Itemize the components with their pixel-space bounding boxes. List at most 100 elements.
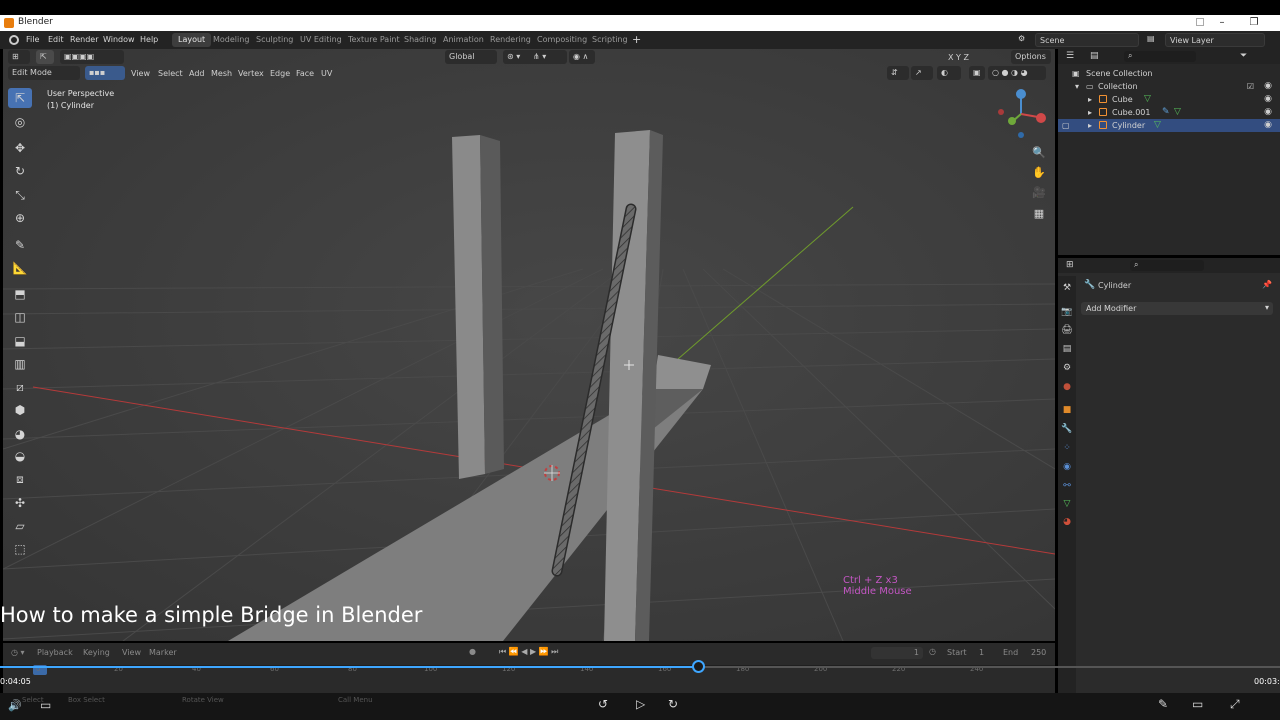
select-box-tool-icon[interactable]: ⇱ [8, 88, 32, 108]
filter-icon[interactable]: ⏷ [1240, 51, 1247, 61]
minimize-button[interactable]: – [1206, 15, 1238, 31]
snap-dropdown[interactable]: ⋔ ▾ [529, 50, 567, 64]
pan-hand-icon[interactable]: ✋ [1030, 163, 1048, 181]
captions-icon[interactable]: ▭ [1192, 697, 1203, 711]
menu-window[interactable]: Window [103, 35, 135, 44]
camera-view-icon[interactable]: 🎥 [1030, 183, 1048, 201]
options-dropdown[interactable]: Options [1011, 50, 1051, 64]
timeline-editor-icon[interactable]: ◷ ▾ [11, 648, 25, 657]
transform-tool-icon[interactable]: ⊕ [8, 208, 32, 228]
render-tab-icon[interactable]: 📷 [1061, 306, 1073, 318]
select-mode-icon[interactable]: ⇱ [36, 50, 54, 64]
current-frame-field[interactable]: 1 [871, 647, 923, 659]
measure-tool-icon[interactable]: 📐 [8, 258, 32, 278]
add-workspace-icon[interactable]: + [632, 33, 641, 46]
eye-icon[interactable]: ◉ [1264, 107, 1272, 117]
header-menu-add[interactable]: Add [189, 69, 205, 78]
orientation-dropdown[interactable]: Global [445, 50, 497, 64]
constraints-tab-icon[interactable]: ⚯ [1061, 480, 1073, 492]
outliner-row[interactable]: ▸ Cube ▽ ◉ [1058, 93, 1280, 106]
mirror-axes[interactable]: X Y Z [948, 53, 969, 62]
knife-tool-icon[interactable]: ⧄ [8, 377, 32, 397]
expand-arrow-icon[interactable]: ▸ [1088, 121, 1092, 130]
timeline-menu-playback[interactable]: Playback [37, 648, 73, 657]
mirror-axis-x[interactable]: X [948, 53, 953, 62]
data-tab-icon[interactable]: ▽ [1061, 498, 1073, 510]
tab-sculpting[interactable]: Sculpting [250, 33, 299, 47]
screen-icon[interactable]: ▭ [40, 698, 51, 712]
tool-tab-icon[interactable]: ⚒ [1061, 282, 1073, 294]
smooth-tool-icon[interactable]: ◒ [8, 446, 32, 466]
properties-editor-icon[interactable]: ⊞ [1066, 260, 1074, 270]
zoom-icon[interactable]: 🔍 [1030, 143, 1048, 161]
blender-menu-icon[interactable] [9, 35, 19, 45]
tab-texture-paint[interactable]: Texture Paint [342, 33, 406, 47]
end-frame-value[interactable]: 250 [1031, 648, 1046, 657]
outliner-row[interactable]: ▣ Scene Collection [1058, 67, 1280, 80]
header-menu-edge[interactable]: Edge [270, 69, 290, 78]
scale-tool-icon[interactable]: ⤡ [8, 185, 32, 205]
cursor-tool-icon[interactable]: ◎ [8, 112, 32, 132]
header-menu-select[interactable]: Select [158, 69, 183, 78]
eye-icon[interactable]: ◉ [1264, 94, 1272, 104]
add-modifier-dropdown[interactable]: Add Modifier ▾ [1081, 302, 1273, 315]
tab-layout[interactable]: Layout [172, 33, 212, 47]
scene-icon[interactable]: ⚙ [1018, 34, 1025, 43]
tab-compositing[interactable]: Compositing [531, 33, 593, 47]
physics-tab-icon[interactable]: ◉ [1061, 461, 1073, 473]
play-icon[interactable]: ▷ [636, 697, 645, 711]
inset-tool-icon[interactable]: ◫ [8, 307, 32, 327]
editor-type-button[interactable]: ⊞ [8, 50, 30, 64]
eye-icon[interactable]: ◉ [1264, 120, 1272, 130]
rip-tool-icon[interactable]: ⬚ [8, 539, 32, 559]
fullscreen-icon[interactable]: ⤢ [1230, 697, 1240, 712]
annotate-tool-icon[interactable]: ✎ [8, 235, 32, 255]
edit-mode-icon[interactable]: ▢ [1062, 121, 1070, 130]
bevel-tool-icon[interactable]: ⬓ [8, 331, 32, 351]
header-menu-mesh[interactable]: Mesh [211, 69, 232, 78]
timeline-menu-keying[interactable]: Keying [83, 648, 110, 657]
mirror-axis-y[interactable]: Y [956, 53, 961, 62]
pin-icon[interactable]: 📌 [1262, 280, 1272, 289]
start-frame-value[interactable]: 1 [979, 648, 984, 657]
ortho-toggle-icon[interactable]: ▦ [1030, 204, 1048, 222]
timeline-menu-marker[interactable]: Marker [149, 648, 177, 657]
rotate-tool-icon[interactable]: ↻ [8, 161, 32, 181]
expand-arrow-icon[interactable]: ▸ [1088, 108, 1092, 117]
spin-tool-icon[interactable]: ◕ [8, 424, 32, 444]
gizmo-toggle-icon[interactable]: ↗ [911, 66, 933, 80]
shrink-fatten-tool-icon[interactable]: ✣ [8, 493, 32, 513]
header-menu-uv[interactable]: UV [321, 69, 332, 78]
expand-arrow-icon[interactable]: ▸ [1088, 95, 1092, 104]
world-tab-icon[interactable]: ● [1061, 381, 1073, 393]
timeline-menu-view[interactable]: View [122, 648, 141, 657]
scene-selector[interactable]: Scene [1035, 33, 1139, 47]
view-layer-selector[interactable]: View Layer [1165, 33, 1265, 47]
shear-tool-icon[interactable]: ▱ [8, 516, 32, 536]
tab-shading[interactable]: Shading [398, 33, 443, 47]
overlay-toggle-icon[interactable]: ◐ [937, 66, 961, 80]
pen-icon[interactable]: ✎ [1158, 697, 1168, 711]
select-mode-buttons[interactable]: ▪▪▪ [85, 66, 125, 80]
tab-modeling[interactable]: Modeling [207, 33, 255, 47]
object-tab-icon[interactable]: ■ [1061, 404, 1073, 416]
video-scrub-knob[interactable] [691, 660, 705, 673]
outliner-search-input[interactable]: ⌕ [1124, 51, 1196, 62]
forward-icon[interactable]: ↻ [668, 697, 678, 711]
maximize-button[interactable]: ❐ [1238, 15, 1270, 31]
tab-rendering[interactable]: Rendering [484, 33, 537, 47]
outliner-row[interactable]: ▾ ▭ Collection ☑ ◉ [1058, 80, 1280, 93]
replay-icon[interactable]: ↺ [598, 697, 608, 711]
output-tab-icon[interactable]: 🖨 [1061, 324, 1073, 336]
outliner-row[interactable]: ▢ ▸ Cylinder ▽ ◉ [1058, 119, 1280, 132]
outliner-editor-icon[interactable]: ☰ [1066, 51, 1074, 61]
visibility-icon[interactable]: ⇵ [887, 66, 909, 80]
tab-animation[interactable]: Animation [437, 33, 490, 47]
mode-dropdown[interactable]: Edit Mode [8, 66, 80, 80]
menu-edit[interactable]: Edit [48, 35, 64, 44]
header-menu-vertex[interactable]: Vertex [238, 69, 264, 78]
3d-viewport[interactable] [3, 49, 1055, 641]
properties-search-input[interactable]: ⌕ [1130, 260, 1204, 271]
shading-mode-icons[interactable]: ○ ● ◑ ◕ [988, 66, 1046, 80]
header-menu-face[interactable]: Face [296, 69, 314, 78]
